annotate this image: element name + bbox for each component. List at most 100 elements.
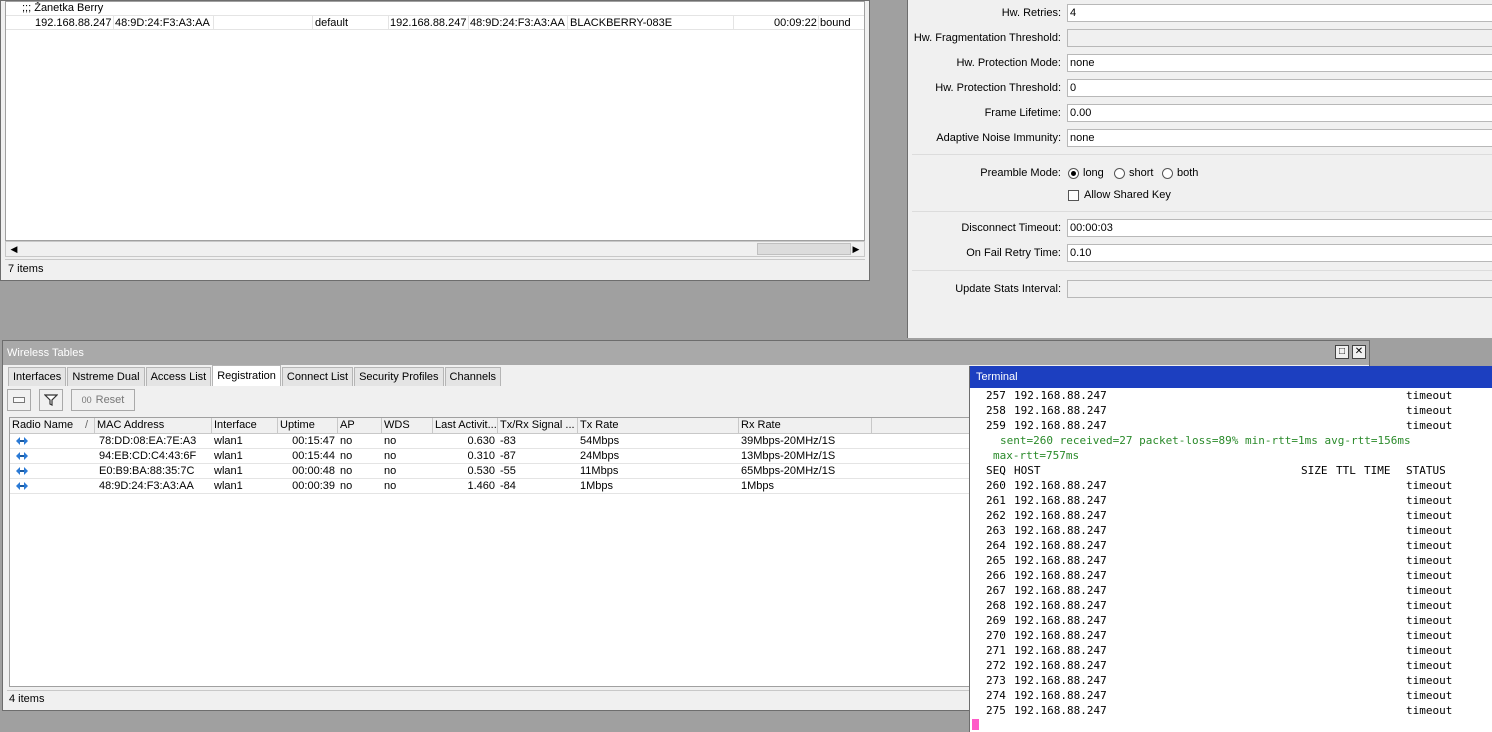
col-ap[interactable]: AP <box>338 418 382 433</box>
update-stats-field[interactable] <box>1067 280 1492 298</box>
ping-seq: 270 <box>986 629 1006 642</box>
preamble-long-radio[interactable]: long <box>1068 166 1104 180</box>
ping-host: 192.168.88.247 <box>1014 629 1107 642</box>
ping-status: timeout <box>1406 689 1453 702</box>
allow-shared-key-checkbox[interactable]: Allow Shared Key <box>1068 188 1171 202</box>
scroll-right-icon[interactable]: ▶ <box>849 243 863 256</box>
lease-expires: 00:09:22 <box>774 17 817 29</box>
hw-frag-field[interactable] <box>1067 29 1492 47</box>
ping-host: 192.168.88.247 <box>1014 599 1107 612</box>
ping-seq: 258 <box>986 404 1006 417</box>
lease-mac: 48:9D:24:F3:A3:AA <box>115 17 210 29</box>
ping-seq: 262 <box>986 509 1006 522</box>
scrollbar-thumb[interactable] <box>757 243 851 255</box>
update-stats-label: Update Stats Interval: <box>955 283 1061 295</box>
reset-button[interactable]: 00 Reset <box>71 389 135 411</box>
lease-comment: ;;; Žanetka Berry <box>22 2 104 14</box>
tab-registration[interactable]: Registration <box>212 365 281 386</box>
ping-host: 192.168.88.247 <box>1014 674 1107 687</box>
dhcp-leases-window: ;;; Žanetka Berry 192.168.88.247 48:9D:2… <box>0 0 870 281</box>
ping-header-size: SIZE <box>1301 464 1328 477</box>
hw-prot-thresh-field[interactable]: 0 <box>1067 79 1492 97</box>
ping-seq: 263 <box>986 524 1006 537</box>
ping-status: timeout <box>1406 509 1453 522</box>
lease-row[interactable]: 192.168.88.247 48:9D:24:F3:A3:AA default… <box>6 15 864 30</box>
adaptive-noise-field[interactable]: none <box>1067 129 1492 147</box>
horizontal-scrollbar[interactable]: ◀ ▶ <box>5 241 865 257</box>
adaptive-noise-label: Adaptive Noise Immunity: <box>936 132 1061 144</box>
tab-security-profiles[interactable]: Security Profiles <box>354 367 444 386</box>
ping-status: timeout <box>1406 659 1453 672</box>
lease-address: 192.168.88.247 <box>35 17 112 29</box>
preamble-short-radio[interactable]: short <box>1114 166 1153 180</box>
scroll-left-icon[interactable]: ◀ <box>7 243 21 256</box>
lease-status: bound <box>820 17 851 29</box>
terminal-window[interactable]: Terminal 257 192.168.88.247 timeout 258 192.… <box>969 366 1492 732</box>
ping-host: 192.168.88.247 <box>1014 659 1107 672</box>
ping-header-status: STATUS <box>1406 464 1446 477</box>
col-radio-name[interactable]: Radio Name / <box>10 418 95 433</box>
ping-host: 192.168.88.247 <box>1014 689 1107 702</box>
tab-nstreme-dual[interactable]: Nstreme Dual <box>67 367 145 386</box>
ping-seq: 272 <box>986 659 1006 672</box>
disconnect-timeout-field[interactable]: 00:00:03 <box>1067 219 1492 237</box>
tab-channels[interactable]: Channels <box>444 367 502 386</box>
ping-status: timeout <box>1406 644 1453 657</box>
wireless-client-icon <box>16 437 28 445</box>
tab-interfaces[interactable]: Interfaces <box>8 367 67 386</box>
col-tx-rate[interactable]: Tx Rate <box>578 418 739 433</box>
col-rx-rate[interactable]: Rx Rate <box>739 418 872 433</box>
on-fail-retry-field[interactable]: 0.10 <box>1067 244 1492 262</box>
col-signal[interactable]: Tx/Rx Signal ... <box>498 418 578 433</box>
col-interface[interactable]: Interface <box>212 418 278 433</box>
col-mac-address[interactable]: MAC Address <box>95 418 212 433</box>
remove-button[interactable] <box>7 389 31 411</box>
wireless-client-icon <box>16 482 28 490</box>
sort-indicator-icon: / <box>84 419 88 431</box>
tab-access-list[interactable]: Access List <box>145 367 212 386</box>
ping-host: 192.168.88.247 <box>1014 404 1107 417</box>
close-icon[interactable]: ✕ <box>1352 345 1366 359</box>
ping-status: timeout <box>1406 554 1453 567</box>
ping-seq: 268 <box>986 599 1006 612</box>
terminal-titlebar[interactable]: Terminal <box>970 366 1492 388</box>
ping-host: 192.168.88.247 <box>1014 704 1107 717</box>
radio-empty-icon <box>1114 167 1125 179</box>
frame-lifetime-field[interactable]: 0.00 <box>1067 104 1492 122</box>
ping-seq: 260 <box>986 479 1006 492</box>
ping-status: timeout <box>1406 494 1453 507</box>
ping-host: 192.168.88.247 <box>1014 554 1107 567</box>
ping-summary-rtt: max-rtt=757ms <box>993 449 1080 462</box>
tab-connect-list[interactable]: Connect List <box>281 367 354 386</box>
lease-active-address: 192.168.88.247 <box>390 17 467 29</box>
ping-status: timeout <box>1406 629 1453 642</box>
on-fail-retry-label: On Fail Retry Time: <box>966 247 1061 259</box>
hw-prot-mode-label: Hw. Protection Mode: <box>956 57 1061 69</box>
terminal-cursor <box>972 719 979 730</box>
hw-prot-mode-field[interactable]: none <box>1067 54 1492 72</box>
filter-button[interactable] <box>39 389 63 411</box>
window-titlebar[interactable]: Wireless Tables □ ✕ <box>3 341 1369 365</box>
maximize-icon[interactable]: □ <box>1335 345 1349 359</box>
ping-seq: 275 <box>986 704 1006 717</box>
col-last-activity[interactable]: Last Activit... <box>433 418 498 433</box>
terminal-output[interactable]: 257 192.168.88.247 timeout 258 192.168.88.24… <box>970 388 1492 732</box>
col-wds[interactable]: WDS <box>382 418 433 433</box>
ping-host: 192.168.88.247 <box>1014 644 1107 657</box>
ping-host: 192.168.88.247 <box>1014 494 1107 507</box>
ping-status: timeout <box>1406 389 1453 402</box>
wireless-advanced-settings: Hw. Retries: 4 Hw. Fragmentation Thresho… <box>907 0 1492 338</box>
ping-host: 192.168.88.247 <box>1014 614 1107 627</box>
tab-bar: Interfaces Nstreme Dual Access List Regi… <box>8 365 502 386</box>
ping-seq: 267 <box>986 584 1006 597</box>
ping-seq: 259 <box>986 419 1006 432</box>
ping-status: timeout <box>1406 419 1453 432</box>
hw-retries-field[interactable]: 4 <box>1067 4 1492 22</box>
ping-host: 192.168.88.247 <box>1014 509 1107 522</box>
col-uptime[interactable]: Uptime <box>278 418 338 433</box>
preamble-both-radio[interactable]: both <box>1162 166 1198 180</box>
ping-seq: 264 <box>986 539 1006 552</box>
leases-list: ;;; Žanetka Berry 192.168.88.247 48:9D:2… <box>5 1 865 241</box>
ping-host: 192.168.88.247 <box>1014 569 1107 582</box>
radio-empty-icon <box>1162 167 1173 179</box>
